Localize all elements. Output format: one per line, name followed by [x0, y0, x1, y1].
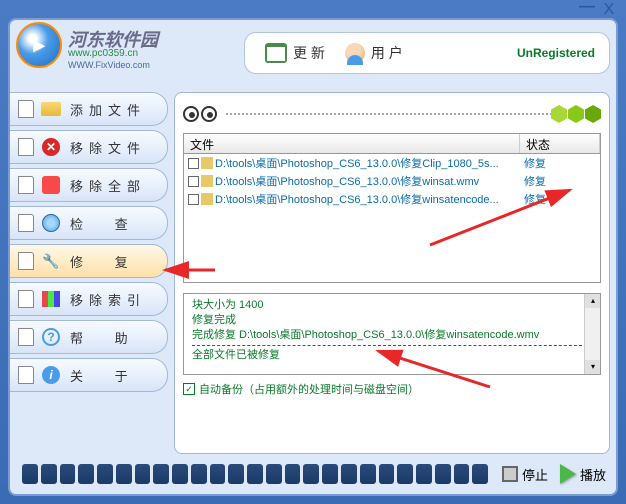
page-icon	[18, 100, 34, 118]
sidebar-item-about[interactable]: i 关 于	[10, 358, 168, 392]
update-button[interactable]: 更 新	[255, 39, 335, 67]
stop-label: 停止	[522, 465, 548, 484]
logo-sub: WWW.FixVideo.com	[68, 60, 150, 70]
file-path: D:\tools\桌面\Photoshop_CS6_13.0.0\修复Clip_…	[215, 155, 499, 171]
globe-icon	[42, 214, 60, 232]
progress-bar	[20, 462, 490, 486]
sidebar-item-check[interactable]: 检 查	[10, 206, 168, 240]
sidebar-item-add-file[interactable]: 添加文件	[10, 92, 168, 126]
sidebar-item-repair[interactable]: 🔧 修 复	[10, 244, 168, 278]
file-status: 修复	[520, 173, 600, 189]
user-icon	[345, 43, 365, 63]
play-button[interactable]: 播放	[560, 464, 606, 484]
page-icon	[18, 328, 34, 346]
logo-url: www.pc0359.cn	[68, 48, 138, 59]
log-divider	[192, 345, 592, 346]
update-label: 更 新	[293, 43, 325, 63]
logo-icon: ▸	[16, 22, 62, 68]
log-line: 修复完成	[192, 313, 592, 328]
sidebar-item-label: 修 复	[70, 252, 142, 271]
folder-icon	[41, 102, 61, 116]
scroll-down-icon[interactable]: ▾	[585, 360, 601, 374]
stop-button[interactable]: 停止	[502, 465, 548, 484]
sidebar: 添加文件 ✕ 移除文件 移除全部 检 查 🔧 修 复	[10, 92, 168, 396]
auto-backup-label: 自动备份（占用额外的处理时间与磁盘空间）	[199, 381, 419, 397]
scrollbar[interactable]: ▴ ▾	[584, 294, 600, 374]
page-icon	[18, 176, 34, 194]
page-icon	[18, 290, 34, 308]
registration-status: UnRegistered	[517, 46, 595, 60]
play-label: 播放	[580, 465, 606, 484]
sidebar-item-label: 检 查	[70, 214, 142, 233]
wrench-icon: 🔧	[40, 251, 62, 271]
scroll-up-icon[interactable]: ▴	[585, 294, 601, 308]
file-status: 修复	[520, 155, 600, 171]
sidebar-item-label: 移除文件	[70, 138, 146, 157]
help-icon: ?	[42, 328, 60, 346]
sidebar-item-help[interactable]: ? 帮 助	[10, 320, 168, 354]
auto-backup-checkbox[interactable]: ✓ 自动备份（占用额外的处理时间与磁盘空间）	[183, 381, 601, 397]
sweep-icon	[42, 176, 60, 194]
divider-dots	[225, 113, 551, 115]
user-label: 用 户	[371, 43, 403, 63]
table-row[interactable]: D:\tools\桌面\Photoshop_CS6_13.0.0\修复winsa…	[184, 190, 600, 208]
sidebar-item-label: 移除索引	[70, 290, 146, 309]
page-icon	[18, 214, 34, 232]
column-header-file[interactable]: 文件	[184, 134, 520, 153]
column-header-status[interactable]: 状态	[520, 134, 600, 153]
page-icon	[18, 366, 34, 384]
table-row[interactable]: D:\tools\桌面\Photoshop_CS6_13.0.0\修复winsa…	[184, 172, 600, 190]
log-line: 全部文件已被修复	[192, 348, 592, 363]
file-table: 文件 状态 D:\tools\桌面\Photoshop_CS6_13.0.0\修…	[183, 133, 601, 283]
log-panel: 块大小为 1400 修复完成 完成修复 D:\tools\桌面\Photosho…	[183, 293, 601, 375]
sidebar-item-label: 关 于	[70, 366, 142, 385]
page-icon	[18, 252, 34, 270]
checkbox-icon: ✓	[183, 383, 195, 395]
checkbox[interactable]	[188, 176, 199, 187]
file-icon	[201, 157, 213, 169]
x-icon: ✕	[42, 138, 60, 156]
file-icon	[201, 193, 213, 205]
log-line: 完成修复 D:\tools\桌面\Photoshop_CS6_13.0.0\修复…	[192, 328, 592, 343]
sidebar-item-remove-all[interactable]: 移除全部	[10, 168, 168, 202]
info-icon: i	[42, 366, 60, 384]
eyes-icon	[183, 106, 217, 122]
file-status: 修复	[520, 191, 600, 207]
hex-icon	[551, 105, 601, 123]
log-line: 块大小为 1400	[192, 298, 592, 313]
logo-area: ▸ 河东软件园 www.pc0359.cn WWW.FixVideo.com	[14, 20, 224, 80]
table-row[interactable]: D:\tools\桌面\Photoshop_CS6_13.0.0\修复Clip_…	[184, 154, 600, 172]
index-icon	[42, 291, 60, 307]
sidebar-item-remove-file[interactable]: ✕ 移除文件	[10, 130, 168, 164]
sidebar-item-remove-index[interactable]: 移除索引	[10, 282, 168, 316]
file-icon	[201, 175, 213, 187]
calendar-icon	[265, 43, 287, 63]
file-path: D:\tools\桌面\Photoshop_CS6_13.0.0\修复winsa…	[215, 173, 479, 189]
checkbox[interactable]	[188, 194, 199, 205]
checkbox[interactable]	[188, 158, 199, 169]
stop-icon	[502, 466, 518, 482]
sidebar-item-label: 添加文件	[70, 100, 146, 119]
main-panel: 文件 状态 D:\tools\桌面\Photoshop_CS6_13.0.0\修…	[174, 92, 610, 454]
sidebar-item-label: 移除全部	[70, 176, 146, 195]
play-icon	[560, 464, 576, 484]
file-path: D:\tools\桌面\Photoshop_CS6_13.0.0\修复winsa…	[215, 191, 499, 207]
page-icon	[18, 138, 34, 156]
user-button[interactable]: 用 户	[335, 39, 413, 67]
sidebar-item-label: 帮 助	[70, 328, 142, 347]
